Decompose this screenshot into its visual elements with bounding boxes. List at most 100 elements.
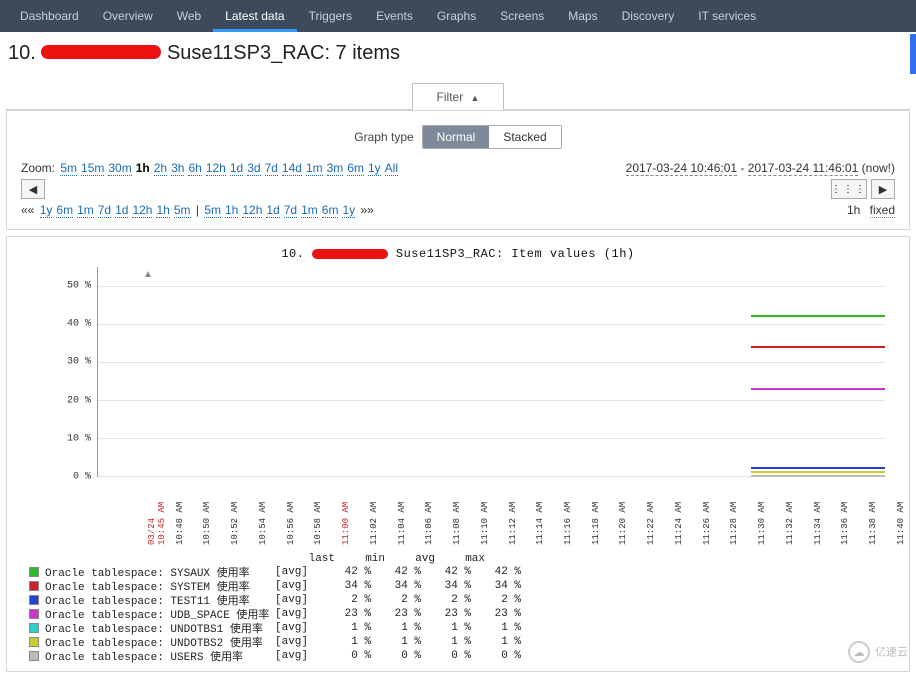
x-tick-label: 11:22 AM: [646, 487, 674, 547]
legend-max: 1 %: [471, 636, 521, 648]
x-tick-label: 11:36 AM: [840, 487, 868, 547]
chevron-up-icon: ▲: [471, 93, 480, 103]
relative-range-left: «« 1y6m1m7d1d12h1h5m | 5m1h12h1d7d1m6m1y…: [21, 203, 374, 217]
legend-max: 0 %: [471, 650, 521, 662]
nav-latest-data[interactable]: Latest data: [213, 0, 296, 32]
graph-type-normal[interactable]: Normal: [423, 126, 490, 148]
zoom-5m[interactable]: 5m: [60, 161, 77, 176]
zoom-3h[interactable]: 3h: [171, 161, 184, 176]
gridline: [98, 400, 885, 401]
shift-fwd-1y[interactable]: 1y: [342, 203, 355, 218]
legend-avg: 34 %: [421, 580, 471, 592]
legend-agg: [avg]: [275, 566, 321, 578]
zoom-1h[interactable]: 1h: [136, 161, 150, 175]
time-bar: Zoom: 5m15m30m1h2h3h6h12h1d3d7d14d1m3m6m…: [7, 159, 909, 179]
nav-discovery[interactable]: Discovery: [610, 0, 687, 32]
zoom-6m[interactable]: 6m: [347, 161, 364, 176]
date-from[interactable]: 2017-03-24 10:46:01: [626, 161, 737, 176]
shift-back-1y[interactable]: 1y: [40, 203, 53, 218]
zoom-2h[interactable]: 2h: [154, 161, 167, 176]
range2-left-links: 1y6m 1m 7d 1d 12h 1h 5m: [38, 203, 193, 217]
plot: [97, 267, 885, 477]
shift-fwd-7d[interactable]: 7d: [284, 203, 297, 218]
series-line: [751, 475, 885, 477]
period-text: 1h: [847, 203, 860, 217]
x-tick-label: 11:16 AM: [563, 487, 591, 547]
nav-screens[interactable]: Screens: [488, 0, 556, 32]
shift-fwd-1h[interactable]: 1h: [225, 203, 238, 218]
shift-back-1h[interactable]: 1h: [156, 203, 169, 218]
graph-type-buttons: NormalStacked: [422, 125, 562, 149]
nav-graphs[interactable]: Graphs: [425, 0, 488, 32]
x-tick-label: 11:08 AM: [452, 487, 480, 547]
zoom-6h[interactable]: 6h: [188, 161, 201, 176]
nav-triggers[interactable]: Triggers: [297, 0, 365, 32]
filter-label: Filter: [437, 90, 464, 104]
shift-fwd-1d[interactable]: 1d: [266, 203, 279, 218]
y-tick-label: 0 %: [63, 472, 91, 483]
fixed-link[interactable]: fixed: [870, 203, 895, 218]
zoom-30m[interactable]: 30m: [108, 161, 131, 176]
shift-back-7d[interactable]: 7d: [98, 203, 111, 218]
x-tick-label: 03/24 10:45 AM: [147, 487, 175, 547]
shift-fwd-6m[interactable]: 6m: [322, 203, 339, 218]
shift-back-1m[interactable]: 1m: [77, 203, 94, 218]
shift-fwd-5m[interactable]: 5m: [204, 203, 221, 218]
zoom-7d[interactable]: 7d: [265, 161, 278, 176]
shift-back-12h[interactable]: 12h: [132, 203, 152, 218]
right-accent: [910, 34, 916, 74]
shift-fwd-1m[interactable]: 1m: [301, 203, 318, 218]
filter-toggle[interactable]: Filter ▲: [412, 83, 505, 110]
zoom-14d[interactable]: 14d: [282, 161, 302, 176]
shift-back-1d[interactable]: 1d: [115, 203, 128, 218]
prev-button[interactable]: ◀: [21, 179, 45, 199]
y-tick-label: 40 %: [63, 319, 91, 330]
watermark-text: 亿速云: [875, 647, 908, 659]
legend-last: 2 %: [321, 594, 371, 606]
nav-events[interactable]: Events: [364, 0, 425, 32]
legend-max: 34 %: [471, 580, 521, 592]
zoom-15m[interactable]: 15m: [81, 161, 104, 176]
zoom-1y[interactable]: 1y: [368, 161, 381, 176]
x-tick-label: 10:52 AM: [230, 487, 258, 547]
zoom-12h[interactable]: 12h: [206, 161, 226, 176]
nav-it-services[interactable]: IT services: [686, 0, 768, 32]
watermark: ☁ 亿速云: [848, 641, 908, 663]
chart-title-suffix: Suse11SP3_RAC: Item values (1h): [396, 247, 635, 261]
x-tick-label: 11:00 AM: [341, 487, 369, 547]
x-tick-label: 11:14 AM: [535, 487, 563, 547]
x-tick-label: 11:28 AM: [729, 487, 757, 547]
gridline: [98, 324, 885, 325]
nav-maps[interactable]: Maps: [556, 0, 609, 32]
page-header: 10. Suse11SP3_RAC: 7 items: [0, 32, 916, 75]
zoom-3d[interactable]: 3d: [247, 161, 260, 176]
date-to[interactable]: 2017-03-24 11:46:01: [748, 161, 859, 176]
scrub-handle[interactable]: ⋮⋮⋮: [831, 179, 867, 199]
legend-swatch: [29, 637, 39, 647]
zoom-all[interactable]: All: [385, 161, 398, 176]
legend-col-last: last: [285, 553, 335, 565]
legend-max: 2 %: [471, 594, 521, 606]
legend-col-avg: avg: [385, 553, 435, 565]
zoom-3m[interactable]: 3m: [327, 161, 344, 176]
nav-dashboard[interactable]: Dashboard: [8, 0, 91, 32]
x-tick-label: 11:32 AM: [785, 487, 813, 547]
zoom-1d[interactable]: 1d: [230, 161, 243, 176]
redacted-host-2: [312, 249, 388, 259]
legend-min: 2 %: [371, 594, 421, 606]
legend-avg: 1 %: [421, 636, 471, 648]
legend-last: 1 %: [321, 622, 371, 634]
graph-type-stacked[interactable]: Stacked: [489, 126, 560, 148]
zoom-1m[interactable]: 1m: [306, 161, 323, 176]
x-tick-label: 11:20 AM: [618, 487, 646, 547]
y-tick-label: 20 %: [63, 395, 91, 406]
legend-row: Oracle tablespace: UNDOTBS1 使用率[avg]1 %1…: [29, 621, 899, 635]
nav-overview[interactable]: Overview: [91, 0, 165, 32]
next-button[interactable]: ▶: [871, 179, 895, 199]
y-tick-label: 10 %: [63, 433, 91, 444]
shift-back-5m[interactable]: 5m: [174, 203, 191, 218]
nav-web[interactable]: Web: [165, 0, 213, 32]
shift-fwd-12h[interactable]: 12h: [242, 203, 262, 218]
shift-back-6m[interactable]: 6m: [56, 203, 73, 218]
range-pre: ««: [21, 203, 34, 217]
